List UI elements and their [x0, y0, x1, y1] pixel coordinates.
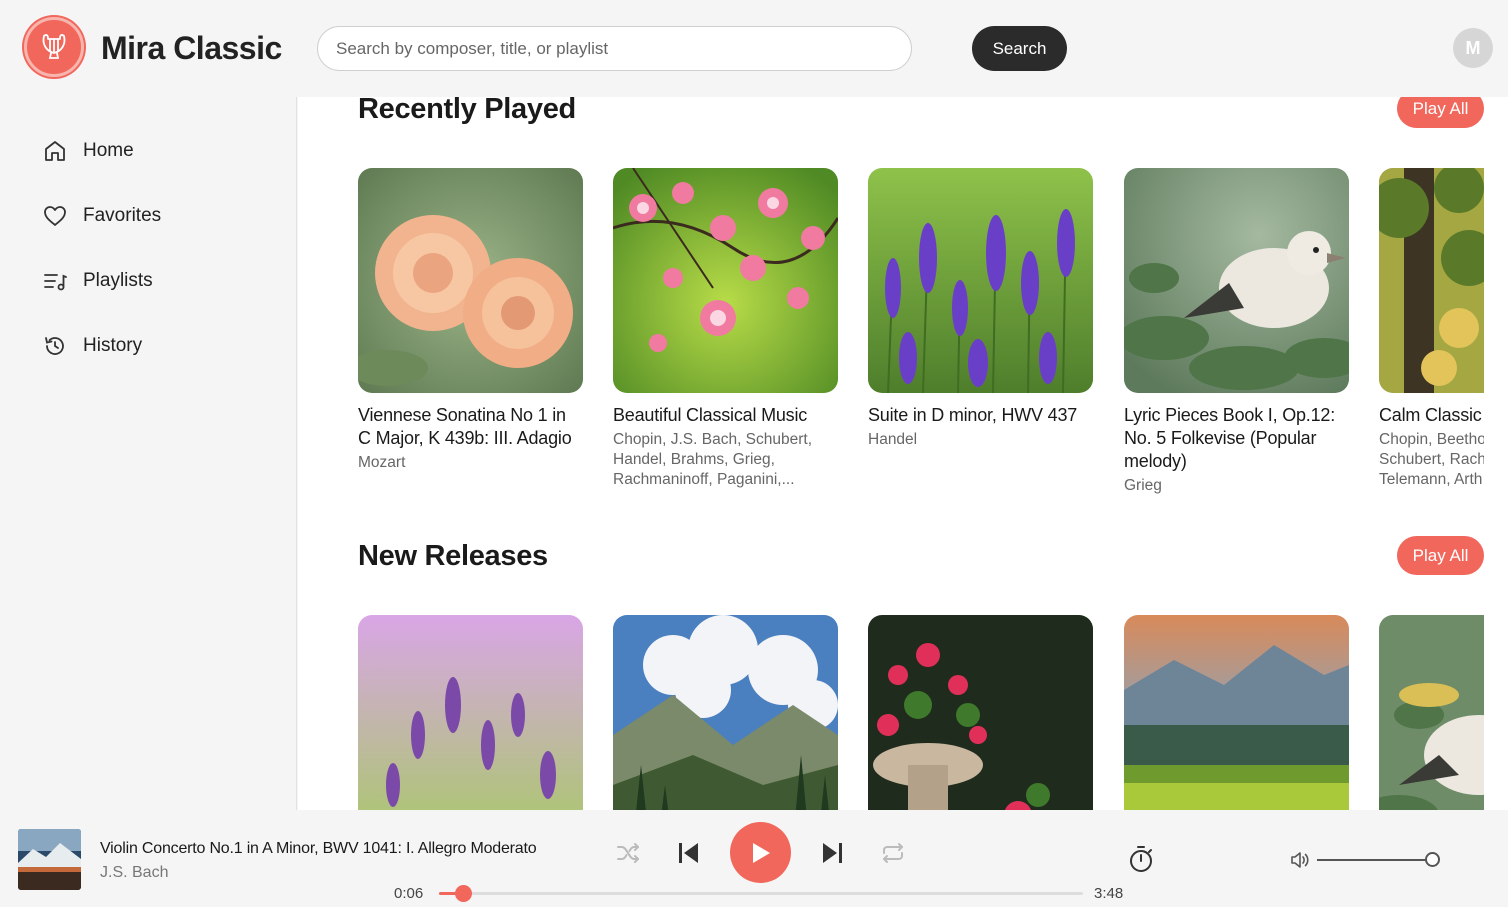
sleep-timer-button[interactable]: [1125, 842, 1157, 876]
sidebar-item-label: History: [83, 335, 143, 356]
main-content: Recently Played Play All Viennese Sonati…: [298, 97, 1508, 810]
sidebar-item-label: Favorites: [83, 205, 162, 226]
sidebar-item-home[interactable]: Home: [42, 136, 134, 166]
album-cover-image: [1379, 615, 1484, 810]
play-all-recent-button[interactable]: Play All: [1397, 97, 1484, 128]
album-cover-image: [1124, 615, 1349, 810]
album-cover-image: [613, 168, 838, 393]
sidebar: Home Favorites Playlists History: [0, 97, 297, 810]
card-subtitle: Handel: [868, 431, 918, 448]
card-title: Beautiful Classical Music: [613, 405, 808, 425]
card-title: Suite in D minor, HWV 437: [868, 405, 1078, 425]
playlist-icon: [44, 274, 67, 291]
skip-next-icon: [823, 843, 842, 863]
new-release-card[interactable]: [1379, 615, 1484, 810]
play-button[interactable]: [730, 822, 791, 883]
volume-slider[interactable]: [1317, 859, 1433, 861]
previous-button[interactable]: [672, 836, 704, 870]
now-playing-thumbnail: [18, 829, 81, 890]
recent-card[interactable]: Calm Classic Chopin, Beetho Schubert, Ra…: [1379, 168, 1484, 490]
card-subtitle: Chopin, Beetho Schubert, Rach Telemann, …: [1379, 431, 1484, 488]
section-title-recently-played: Recently Played: [358, 97, 576, 125]
album-cover-image: [613, 615, 838, 810]
volume-handle[interactable]: [1425, 852, 1440, 867]
card-subtitle: Mozart: [358, 454, 406, 471]
card-title: Calm Classic: [1379, 405, 1482, 425]
total-duration: 3:48: [1094, 885, 1124, 902]
new-release-card[interactable]: [868, 615, 1093, 810]
top-bar: Mira Classic Search M: [0, 0, 1508, 97]
history-icon: [45, 337, 64, 355]
repeat-button[interactable]: [877, 836, 909, 870]
search-input[interactable]: [317, 26, 912, 71]
album-cover-image: [868, 615, 1093, 810]
album-cover-image: [358, 168, 583, 393]
next-button[interactable]: [817, 836, 849, 870]
repeat-icon: [883, 843, 903, 863]
now-playing-title: Violin Concerto No.1 in A Minor, BWV 104…: [100, 840, 537, 857]
play-all-new-button[interactable]: Play All: [1397, 536, 1484, 575]
album-cover-image: [1379, 168, 1484, 393]
volume-icon: [1291, 852, 1309, 868]
player-bar: Violin Concerto No.1 in A Minor, BWV 104…: [0, 810, 1508, 907]
sidebar-item-label: Home: [83, 140, 134, 161]
new-release-card[interactable]: [613, 615, 838, 810]
recent-card[interactable]: Lyric Pieces Book I, Op.12: No. 5 Folkev…: [1124, 168, 1349, 496]
recent-card[interactable]: Suite in D minor, HWV 437 Handel: [868, 168, 1093, 450]
card-title: Viennese Sonatina No 1 in C Major, K 439…: [358, 405, 572, 448]
recent-card[interactable]: Viennese Sonatina No 1 in C Major, K 439…: [358, 168, 583, 473]
album-cover-image: [358, 615, 583, 810]
skip-previous-icon: [679, 843, 698, 863]
sidebar-item-label: Playlists: [83, 270, 153, 291]
card-subtitle: Grieg: [1124, 477, 1162, 494]
recent-card[interactable]: Beautiful Classical Music Chopin, J.S. B…: [613, 168, 838, 490]
timer-icon: [1130, 846, 1152, 872]
play-icon: [752, 842, 770, 863]
shuffle-icon: [617, 843, 639, 863]
progress-bar[interactable]: [439, 885, 1083, 902]
album-cover-image: [868, 168, 1093, 393]
lyre-logo-icon[interactable]: [24, 17, 84, 77]
album-cover-image: [1124, 168, 1349, 393]
sidebar-item-history[interactable]: History: [42, 331, 142, 361]
elapsed-time: 0:06: [394, 885, 424, 902]
shuffle-button[interactable]: [612, 837, 644, 869]
app-title: Mira Classic: [101, 30, 282, 66]
search-button[interactable]: Search: [972, 26, 1067, 71]
avatar[interactable]: M: [1453, 28, 1493, 68]
section-title-new-releases: New Releases: [358, 540, 548, 572]
new-release-card[interactable]: [1124, 615, 1349, 810]
card-subtitle: Chopin, J.S. Bach, Schubert, Handel, Bra…: [613, 431, 813, 488]
new-release-card[interactable]: [358, 615, 583, 810]
home-icon: [45, 141, 65, 161]
progress-handle[interactable]: [455, 885, 473, 902]
sidebar-item-favorites[interactable]: Favorites: [42, 201, 161, 231]
now-playing-artist: J.S. Bach: [100, 864, 169, 881]
volume-button[interactable]: [1288, 848, 1312, 872]
sidebar-item-playlists[interactable]: Playlists: [42, 266, 153, 296]
heart-icon: [44, 206, 66, 226]
card-title: Lyric Pieces Book I, Op.12: No. 5 Folkev…: [1124, 405, 1336, 471]
